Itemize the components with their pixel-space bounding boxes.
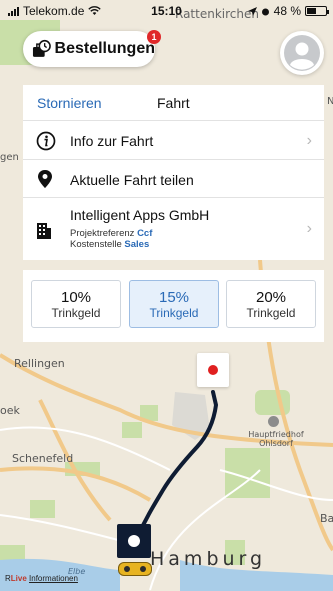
map-label-hamburg: Hamburg bbox=[150, 548, 267, 570]
panel-header: Stornieren Fahrt bbox=[23, 85, 324, 121]
user-avatar-icon bbox=[284, 35, 320, 71]
pickup-dot-icon bbox=[128, 535, 140, 547]
map-label-left-edge-mid: oek bbox=[0, 404, 20, 417]
taxi-car-icon bbox=[118, 562, 152, 576]
tip-selector: 10% Trinkgeld 15% Trinkgeld 20% Trinkgel… bbox=[23, 270, 324, 342]
project-reference: Projektreferenz Ccf bbox=[70, 228, 153, 239]
orders-button[interactable]: Bestellungen bbox=[23, 31, 155, 67]
map-label-rellingen: Rellingen bbox=[14, 357, 65, 370]
map-label-right-edge-top: N bbox=[327, 96, 333, 107]
map-label-right-edge-bottom: Ba bbox=[320, 512, 333, 525]
tip-option-15[interactable]: 15% Trinkgeld bbox=[129, 280, 219, 328]
destination-marker[interactable] bbox=[197, 353, 229, 387]
share-ride-label: Aktuelle Fahrt teilen bbox=[70, 172, 194, 188]
orders-notification-badge: 1 bbox=[147, 30, 161, 44]
tip-label: Trinkgeld bbox=[51, 306, 101, 320]
map-brand-label: Live bbox=[10, 574, 27, 583]
chevron-right-icon: › bbox=[306, 132, 312, 149]
profile-avatar-button[interactable] bbox=[280, 31, 324, 75]
share-ride-row[interactable]: Aktuelle Fahrt teilen bbox=[23, 160, 324, 198]
cancel-ride-button[interactable]: Stornieren bbox=[37, 95, 102, 111]
destination-dot-icon bbox=[208, 365, 218, 375]
tip-percent: 15% bbox=[158, 289, 190, 306]
chevron-right-icon: › bbox=[306, 220, 312, 237]
tip-label: Trinkgeld bbox=[246, 306, 296, 320]
battery-icon bbox=[305, 6, 329, 16]
tip-percent: 10% bbox=[60, 289, 92, 306]
building-icon bbox=[37, 223, 51, 239]
panel-title: Fahrt bbox=[157, 95, 190, 111]
company-row[interactable]: Intelligent Apps GmbH Projektreferenz Cc… bbox=[23, 198, 324, 260]
status-bar: Telekom.de 15:10 48 % bbox=[0, 0, 333, 22]
map-label-left-edge-top: gen bbox=[0, 152, 19, 163]
map-attribution: RLive Informationen bbox=[5, 574, 78, 583]
battery-percent: 48 % bbox=[273, 4, 301, 18]
map-label-cemetery: Hauptfriedhof Ohlsdorf bbox=[248, 430, 304, 448]
ride-panel: Stornieren Fahrt Info zur Fahrt › Aktuel… bbox=[23, 85, 324, 260]
cost-center: Kostenstelle Sales bbox=[70, 239, 150, 250]
ride-info-label: Info zur Fahrt bbox=[70, 133, 154, 149]
ride-info-row[interactable]: Info zur Fahrt › bbox=[23, 121, 324, 160]
tip-percent: 20% bbox=[255, 289, 287, 306]
info-icon bbox=[36, 131, 56, 151]
location-pin-icon bbox=[38, 170, 52, 188]
location-arrow-icon bbox=[247, 6, 257, 16]
company-name: Intelligent Apps GmbH bbox=[70, 207, 210, 223]
order-history-icon bbox=[32, 39, 51, 57]
tip-option-20[interactable]: 20% Trinkgeld bbox=[226, 280, 316, 328]
tip-label: Trinkgeld bbox=[149, 306, 199, 320]
map-label-schenefeld: Schenefeld bbox=[12, 452, 74, 465]
alarm-icon bbox=[261, 8, 269, 15]
cemetery-poi-icon bbox=[268, 416, 279, 427]
orders-button-label: Bestellungen bbox=[54, 40, 155, 57]
pickup-marker[interactable] bbox=[117, 524, 151, 558]
map-info-link[interactable]: Informationen bbox=[29, 574, 78, 583]
tip-option-10[interactable]: 10% Trinkgeld bbox=[31, 280, 121, 328]
